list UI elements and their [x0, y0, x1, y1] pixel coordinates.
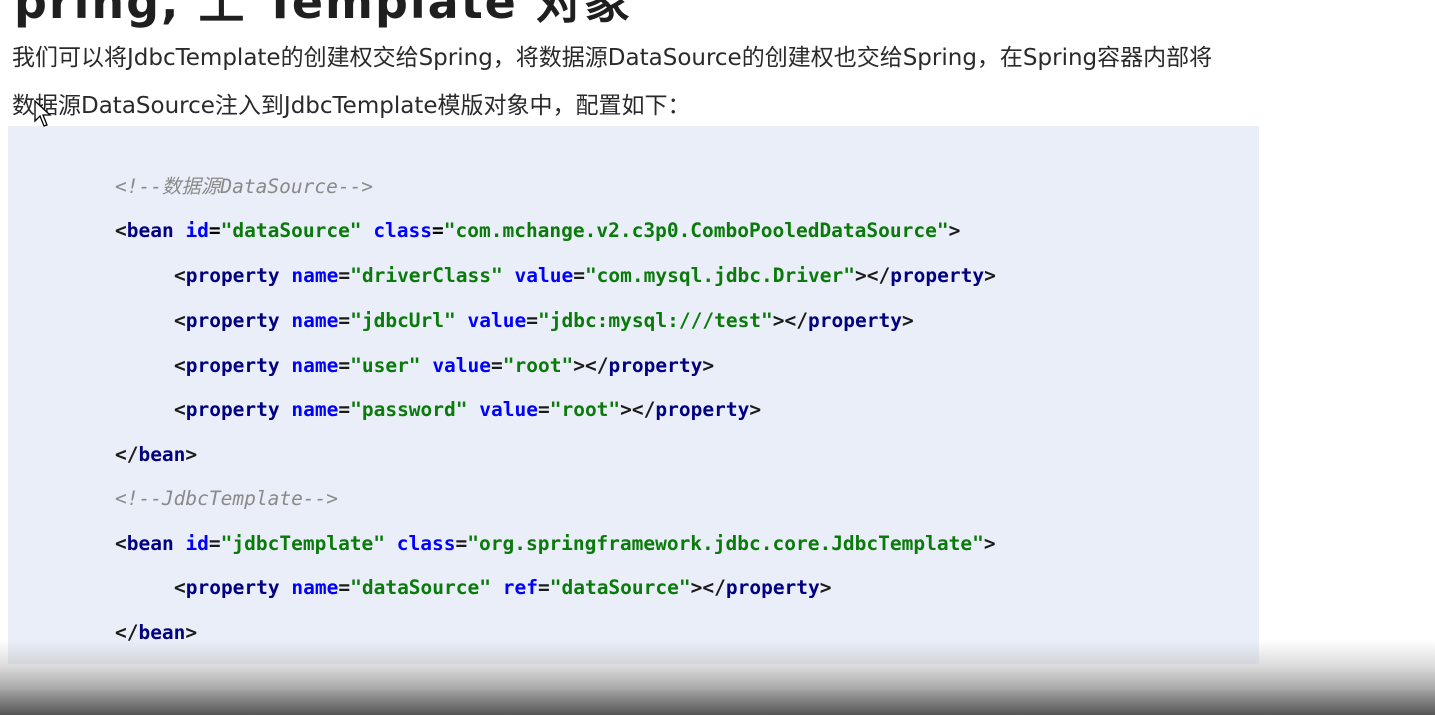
- code-property-line: <property name="dataSource" ref="dataSou…: [127, 543, 832, 599]
- token: </: [784, 309, 809, 332]
- code-bean-close: </bean>: [68, 410, 197, 466]
- code-block: <!--数据源DataSource--> <bean id="dataSourc…: [8, 126, 1259, 664]
- code-comment-datasource: <!--数据源DataSource-->: [68, 142, 373, 198]
- intro-line-1: 我们可以将JdbcTemplate的创建权交给Spring，将数据源DataSo…: [12, 45, 1213, 71]
- intro-paragraph: 我们可以将JdbcTemplate的创建权交给Spring，将数据源DataSo…: [12, 34, 1332, 130]
- code-property-line: <property name="password" value="root"><…: [127, 365, 761, 421]
- code-property-line: <property name="user" value="root"></pro…: [127, 321, 714, 377]
- tag-name: property: [725, 576, 820, 599]
- tag-name: property: [808, 309, 902, 332]
- token: </: [702, 576, 726, 599]
- attr-name: name: [291, 576, 339, 599]
- token: >: [984, 264, 996, 287]
- token: >: [983, 532, 996, 555]
- tag-name: property: [185, 398, 280, 421]
- attr-name: value: [479, 398, 538, 421]
- token: <: [114, 219, 127, 242]
- token: >: [690, 576, 703, 599]
- tag-name: property: [655, 398, 750, 421]
- code-bean-datasource-open: <bean id="dataSource" class="com.mchange…: [68, 186, 960, 242]
- code-property-line: <property name="jdbcUrl" value="jdbc:mys…: [127, 276, 914, 332]
- token: </: [631, 398, 656, 421]
- token: >: [749, 398, 762, 421]
- code-comment-jdbctemplate: <!--JdbcTemplate-->: [68, 454, 338, 510]
- token: =: [537, 398, 550, 421]
- token: =: [338, 398, 351, 421]
- token: >: [772, 309, 785, 332]
- code-property-line: <property name="driverClass" value="com.…: [127, 231, 996, 287]
- attr-value: "password": [350, 398, 468, 421]
- bottom-edge: [0, 690, 1435, 715]
- attr-value: "root": [549, 398, 621, 421]
- code-bean-jdbctemplate-open: <bean id="jdbcTemplate" class="org.sprin…: [68, 499, 996, 555]
- attr-name: ref: [502, 576, 538, 599]
- page-heading: pring, 土 Template 对象: [14, 0, 632, 29]
- token: >: [901, 309, 914, 332]
- token: =: [537, 576, 550, 599]
- intro-line-2: 数据源DataSource注入到JdbcTemplate模版对象中，配置如下：: [12, 93, 691, 119]
- code-bean-close: </bean>: [68, 588, 197, 644]
- attr-value: "dataSource": [350, 576, 491, 599]
- attr-value: "dataSource": [549, 576, 691, 599]
- token: =: [338, 576, 351, 599]
- tag-name: property: [185, 576, 280, 599]
- token: >: [819, 576, 832, 599]
- token: >: [620, 398, 632, 421]
- mouse-cursor-icon: [34, 100, 52, 127]
- token: <: [114, 532, 127, 555]
- attr-name: name: [291, 398, 339, 421]
